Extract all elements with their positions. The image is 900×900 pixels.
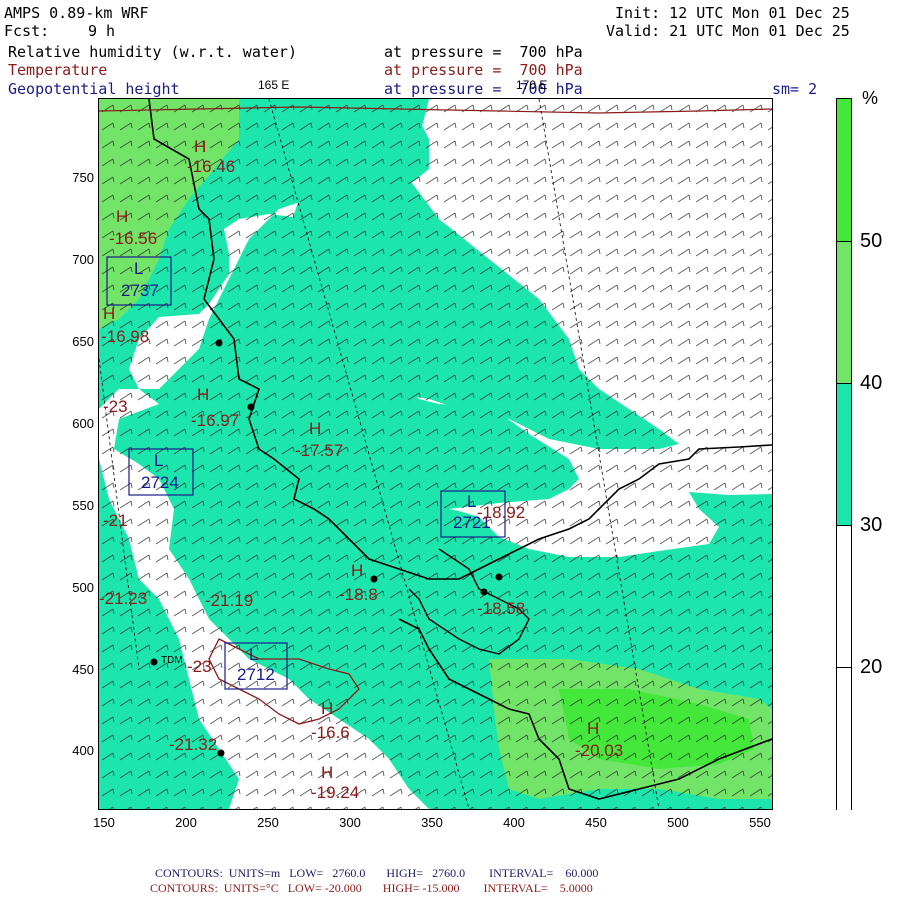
high-label: H: [321, 699, 334, 718]
temp-label: -23: [187, 657, 212, 676]
x-tick-label: 550: [749, 815, 771, 830]
colorbar: [836, 98, 852, 810]
station-dot: [495, 573, 503, 581]
contour-info-height: CONTOURS: UNITS=m LOW= 2760.0 HIGH= 2760…: [155, 866, 599, 880]
colorbar-band-40-50: [837, 241, 851, 384]
high-value: -16.97: [191, 411, 240, 430]
colorbar-label: 30: [860, 514, 883, 536]
high-label: H: [116, 207, 129, 226]
colorbar-band-30-40: [837, 383, 851, 526]
high-label: H: [194, 137, 207, 156]
valid-time: Valid: 21 UTC Mon 01 Dec 25: [606, 22, 850, 40]
x-tick-label: 300: [339, 815, 361, 830]
low-value: 2737: [121, 281, 159, 300]
colorbar-tick: [837, 667, 851, 668]
field-height-level: at pressure = 700 hPa: [384, 80, 583, 98]
station-dot: [480, 588, 488, 596]
high-label: H: [587, 719, 600, 738]
low-value: 2712: [237, 665, 275, 684]
station-dot: [247, 403, 255, 411]
temp-label: -21.32: [169, 735, 218, 754]
high-value: -19.24: [311, 783, 360, 802]
init-time: Init: 12 UTC Mon 01 Dec 25: [615, 4, 850, 22]
y-tick-label: 550: [72, 498, 94, 513]
high-label: H: [309, 419, 322, 438]
temp-label: -18.92: [477, 503, 526, 522]
y-tick-label: 400: [72, 743, 94, 758]
low-mark: L: [154, 451, 164, 470]
meridian-165-label: 165 E: [258, 78, 290, 92]
low-mark: L: [467, 492, 477, 511]
high-label: H: [103, 304, 116, 323]
y-tick-label: 650: [72, 334, 94, 349]
x-tick-label: 400: [503, 815, 525, 830]
map-canvas: [99, 99, 772, 809]
temp-label: -21.23: [99, 589, 148, 608]
x-tick-label: 200: [175, 815, 197, 830]
high-value: -18.8: [339, 585, 378, 604]
colorbar-band-50-60: [837, 99, 851, 241]
field-rh-level: at pressure = 700 hPa: [384, 43, 583, 61]
high-label: H: [197, 385, 210, 404]
contour-info-temperature: CONTOURS: UNITS=°C LOW= -20.000 HIGH= -1…: [150, 881, 593, 895]
station-dot: [370, 575, 378, 583]
colorbar-unit: %: [862, 88, 879, 108]
x-tick-label: 250: [257, 815, 279, 830]
y-tick-label: 750: [72, 170, 94, 185]
x-tick-label: 500: [667, 815, 689, 830]
high-value: -16.46: [187, 157, 236, 176]
field-rh-name: Relative humidity (w.r.t. water): [8, 43, 297, 61]
wind-barbs: [99, 99, 772, 809]
high-value: -20.03: [575, 741, 624, 760]
high-value: -16.56: [109, 229, 158, 248]
high-value: -17.57: [295, 441, 344, 460]
colorbar-label: 40: [860, 372, 883, 394]
high-value: -16.98: [101, 327, 150, 346]
forecast-hour: 9 h: [88, 22, 116, 40]
temp-label: -23: [103, 397, 128, 416]
low-mark: L: [134, 259, 144, 278]
temp-label: -21: [103, 511, 128, 530]
high-label: H: [321, 763, 334, 782]
field-temp-name: Temperature: [8, 61, 108, 79]
y-tick-label: 700: [72, 252, 94, 267]
station-label: TDM: [161, 655, 183, 666]
station-dot: [150, 658, 158, 666]
colorbar-label: 50: [860, 230, 883, 252]
temp-label: -18.58: [477, 599, 526, 618]
forecast-label: Fcst:: [4, 22, 50, 40]
low-value: 2724: [141, 473, 179, 492]
meridian-170-label: 170 E: [516, 78, 548, 92]
map-panel: H -16.46 H -16.56 L 2737 H -16.98 -23 H …: [99, 99, 772, 809]
field-height-name: Geopotential height: [8, 80, 180, 98]
temp-label: -21.19: [205, 591, 254, 610]
high-label: H: [351, 561, 364, 580]
smoothing-label: sm= 2: [772, 80, 818, 98]
station-dot: [215, 339, 223, 347]
x-tick-label: 450: [585, 815, 607, 830]
y-tick-label: 500: [72, 580, 94, 595]
high-value: -16.6: [311, 723, 350, 742]
y-tick-label: 600: [72, 416, 94, 431]
colorbar-label: 20: [860, 656, 883, 678]
low-mark: L: [249, 645, 259, 664]
x-tick-label: 350: [421, 815, 443, 830]
model-title: AMPS 0.89-km WRF: [4, 4, 149, 22]
field-temp-level: at pressure = 700 hPa: [384, 61, 583, 79]
y-tick-label: 450: [72, 662, 94, 677]
station-dot: [217, 749, 225, 757]
x-tick-label: 150: [93, 815, 115, 830]
